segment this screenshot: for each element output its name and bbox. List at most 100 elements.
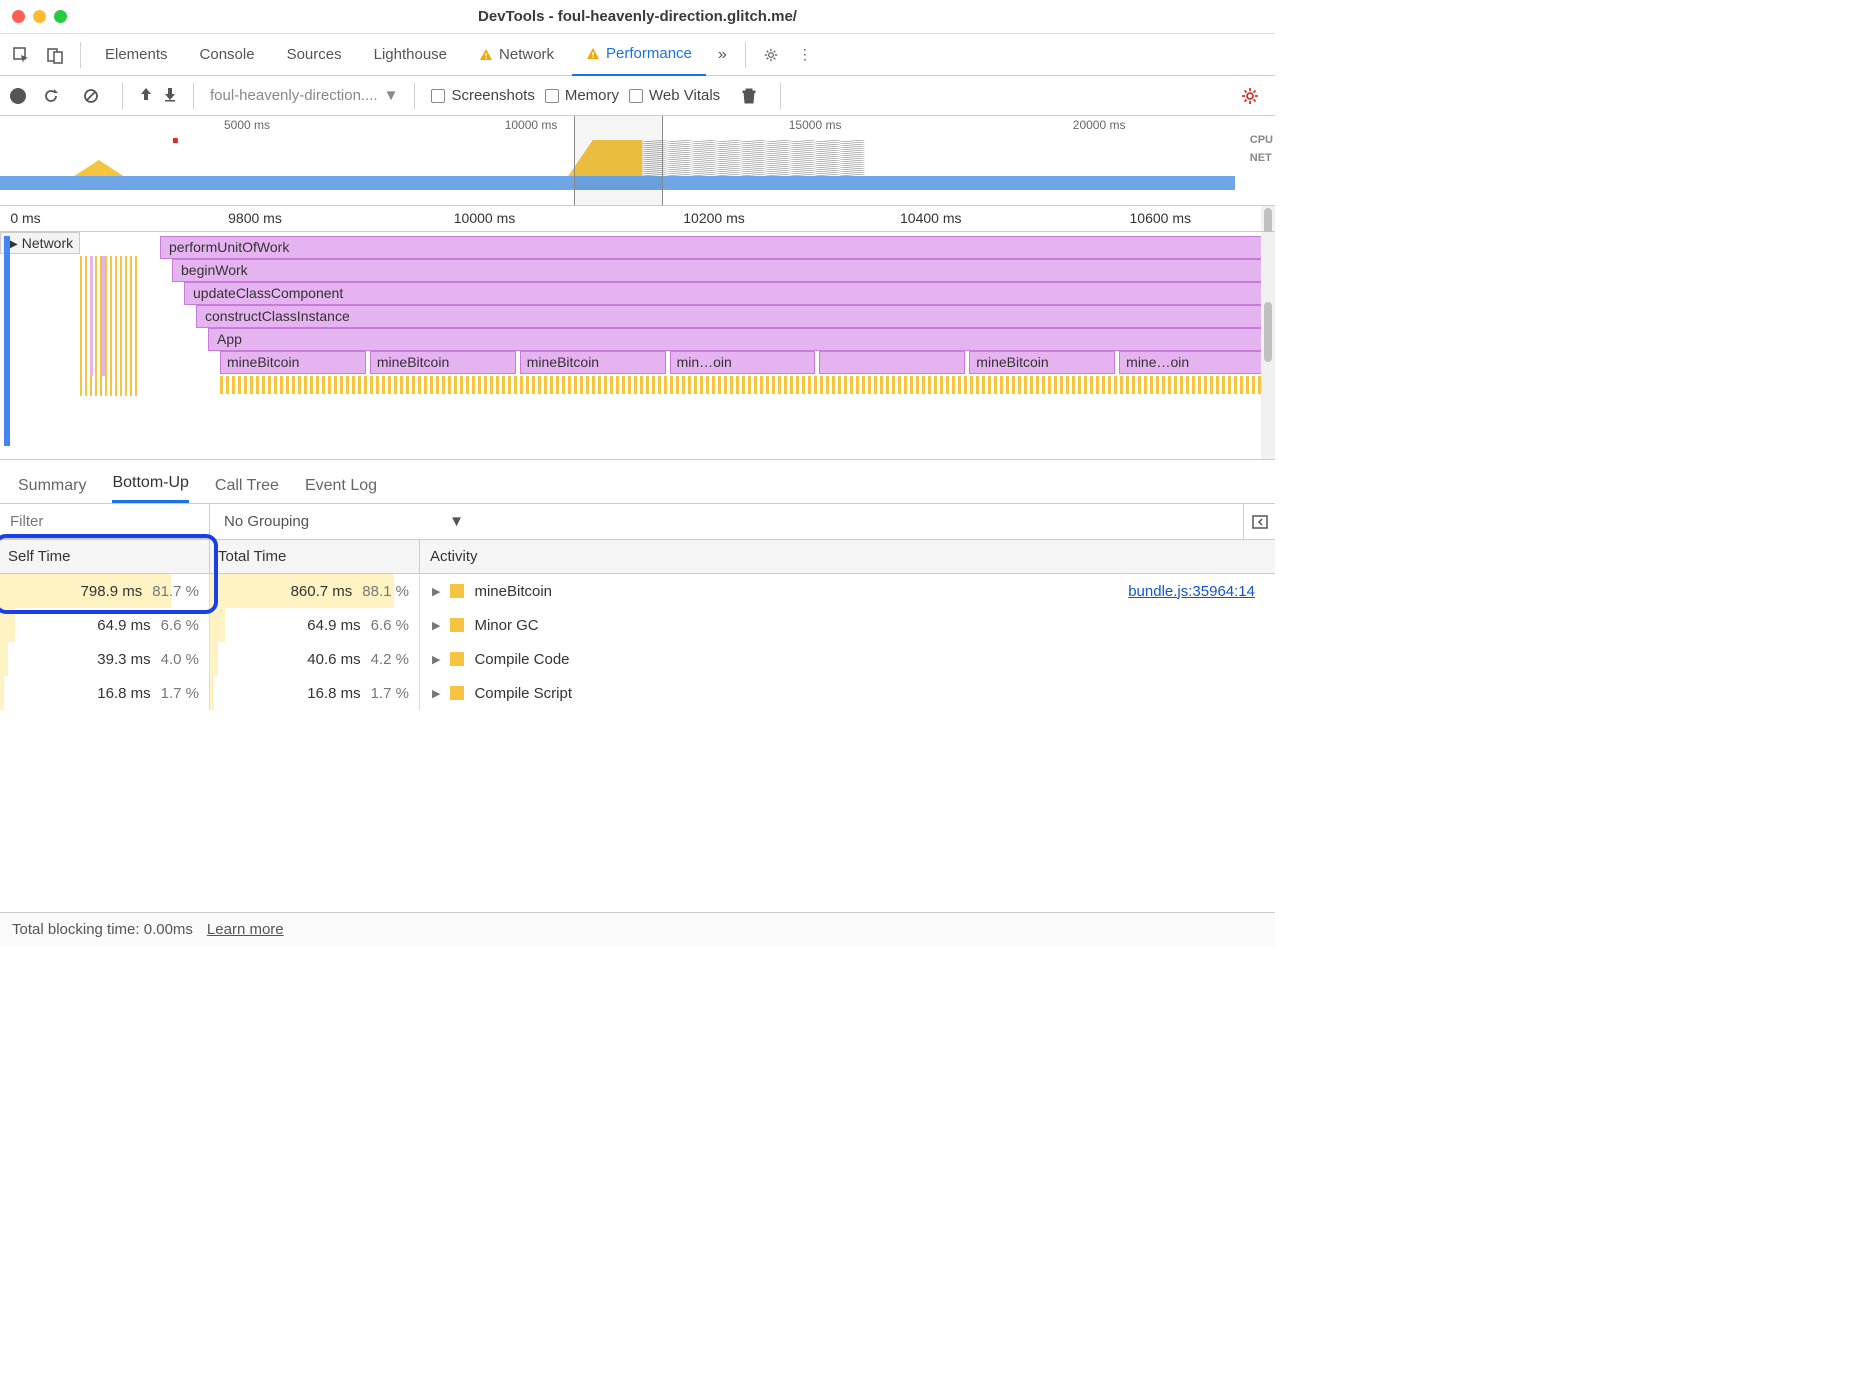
separator — [414, 83, 415, 109]
maximize-window-button[interactable] — [54, 10, 67, 23]
tab-console[interactable]: Console — [186, 34, 269, 76]
overview-tick: 15000 ms — [789, 118, 842, 132]
table-row[interactable]: 16.8 ms1.7 %16.8 ms1.7 %▶Compile Script — [0, 676, 1275, 710]
record-button[interactable] — [10, 88, 26, 104]
net-label: NET — [1250, 150, 1273, 168]
flame-frame[interactable]: min…oin — [670, 351, 816, 374]
tab-elements[interactable]: Elements — [91, 34, 182, 76]
overview-timeline[interactable]: 5000 ms10000 ms15000 ms20000 ms CPU NET — [0, 116, 1275, 206]
flame-frame[interactable]: beginWork — [172, 259, 1265, 282]
flame-frame[interactable]: mineBitcoin — [520, 351, 666, 374]
ruler-tick: 10400 ms — [900, 210, 961, 226]
flame-frame[interactable]: App — [208, 328, 1265, 351]
tab-performance-label: Performance — [606, 45, 692, 62]
tab-call-tree[interactable]: Call Tree — [215, 477, 279, 503]
checkbox-icon — [431, 89, 445, 103]
flame-aggregate-bar — [220, 376, 1265, 394]
separator — [122, 83, 123, 109]
ruler-tick: 0 ms — [10, 210, 40, 226]
expand-triangle-icon[interactable]: ▶ — [432, 653, 440, 666]
window-title: DevTools - foul-heavenly-direction.glitc… — [0, 8, 1275, 25]
filter-input[interactable] — [0, 504, 210, 539]
expand-triangle-icon[interactable]: ▶ — [432, 687, 440, 700]
memory-label: Memory — [565, 87, 619, 104]
activity-swatch — [450, 584, 464, 598]
table-row[interactable]: 64.9 ms6.6 %64.9 ms6.6 %▶Minor GC — [0, 608, 1275, 642]
table-row[interactable]: 798.9 ms81.7 %860.7 ms88.1 %▶mineBitcoin… — [0, 574, 1275, 608]
separator — [780, 83, 781, 109]
flame-frame[interactable]: updateClassComponent — [184, 282, 1265, 305]
flame-frame[interactable]: mine…oin — [1119, 351, 1265, 374]
main-track-marker — [4, 236, 10, 446]
flame-frame[interactable]: constructClassInstance — [196, 305, 1265, 328]
activity-swatch — [450, 686, 464, 700]
grouping-select[interactable]: No Grouping ▼ — [210, 504, 1243, 539]
tab-event-log[interactable]: Event Log — [305, 477, 377, 503]
flame-frame[interactable]: performUnitOfWork — [160, 236, 1265, 259]
source-link[interactable]: bundle.js:35964:14 — [1128, 583, 1255, 600]
cpu-label: CPU — [1250, 132, 1273, 150]
vertical-scrollbar[interactable] — [1261, 232, 1275, 459]
minimize-window-button[interactable] — [33, 10, 46, 23]
network-label: Network — [22, 235, 73, 251]
webvitals-label: Web Vitals — [649, 87, 720, 104]
col-total-time[interactable]: Total Time — [210, 540, 420, 573]
ruler-tick: 10600 ms — [1130, 210, 1191, 226]
overview-selection[interactable] — [574, 116, 663, 205]
tab-performance[interactable]: Performance — [572, 34, 706, 76]
download-profile-button[interactable] — [163, 86, 177, 105]
kebab-menu-icon[interactable]: ⋮ — [790, 40, 820, 70]
settings-icon[interactable] — [756, 40, 786, 70]
toggle-sidebar-button[interactable] — [1243, 504, 1275, 539]
col-activity[interactable]: Activity — [420, 540, 1275, 573]
screenshots-checkbox[interactable]: Screenshots — [431, 87, 534, 104]
tab-network[interactable]: Network — [465, 34, 568, 76]
capture-settings-icon[interactable] — [1235, 81, 1265, 111]
flame-frame[interactable]: mineBitcoin — [969, 351, 1115, 374]
warning-icon — [586, 47, 600, 61]
inspect-element-icon[interactable] — [6, 40, 36, 70]
close-window-button[interactable] — [12, 10, 25, 23]
upload-profile-button[interactable] — [139, 86, 153, 105]
webvitals-checkbox[interactable]: Web Vitals — [629, 87, 720, 104]
col-self-time[interactable]: Self Time — [0, 540, 210, 573]
performance-toolbar: foul-heavenly-direction.... ▼ Screenshot… — [0, 76, 1275, 116]
overview-tick: 20000 ms — [1073, 118, 1126, 132]
activity-swatch — [450, 618, 464, 632]
flame-frame[interactable]: mineBitcoin — [220, 351, 366, 374]
flame-frame[interactable] — [819, 351, 965, 374]
recording-select[interactable]: foul-heavenly-direction.... ▼ — [210, 87, 398, 104]
vertical-scrollbar[interactable] — [1261, 206, 1275, 231]
blocking-time-label: Total blocking time: 0.00ms — [12, 921, 193, 938]
timeline-ruler[interactable]: 0 ms9800 ms10000 ms10200 ms10400 ms10600… — [0, 206, 1275, 232]
filter-row: No Grouping ▼ — [0, 504, 1275, 540]
activity-name: Compile Code — [474, 651, 569, 668]
tab-bottom-up[interactable]: Bottom-Up — [112, 474, 188, 503]
table-row[interactable]: 39.3 ms4.0 %40.6 ms4.2 %▶Compile Code — [0, 642, 1275, 676]
ruler-tick: 10000 ms — [454, 210, 515, 226]
checkbox-icon — [545, 89, 559, 103]
clear-button[interactable] — [76, 81, 106, 111]
activity-name: Compile Script — [474, 685, 572, 702]
ruler-tick: 9800 ms — [228, 210, 282, 226]
tab-network-label: Network — [499, 46, 554, 63]
reload-button[interactable] — [36, 81, 66, 111]
expand-triangle-icon[interactable]: ▶ — [432, 585, 440, 598]
tab-summary[interactable]: Summary — [18, 477, 86, 503]
details-tabs: Summary Bottom-Up Call Tree Event Log — [0, 460, 1275, 504]
checkbox-icon — [629, 89, 643, 103]
delete-profile-button[interactable] — [734, 81, 764, 111]
network-track-header[interactable]: ▶ Network — [0, 232, 80, 254]
device-toggle-icon[interactable] — [40, 40, 70, 70]
learn-more-link[interactable]: Learn more — [207, 921, 284, 938]
screenshots-label: Screenshots — [451, 87, 534, 104]
expand-triangle-icon[interactable]: ▶ — [432, 619, 440, 632]
tab-sources[interactable]: Sources — [273, 34, 356, 76]
memory-checkbox[interactable]: Memory — [545, 87, 619, 104]
flame-chart[interactable]: ▶ Network performUnitOfWorkbeginWorkupda… — [0, 232, 1275, 460]
flame-frame[interactable]: mineBitcoin — [370, 351, 516, 374]
tab-lighthouse[interactable]: Lighthouse — [360, 34, 461, 76]
recording-label: foul-heavenly-direction.... — [210, 87, 378, 104]
more-tabs-icon[interactable]: » — [710, 46, 735, 64]
activity-name: Minor GC — [474, 617, 538, 634]
